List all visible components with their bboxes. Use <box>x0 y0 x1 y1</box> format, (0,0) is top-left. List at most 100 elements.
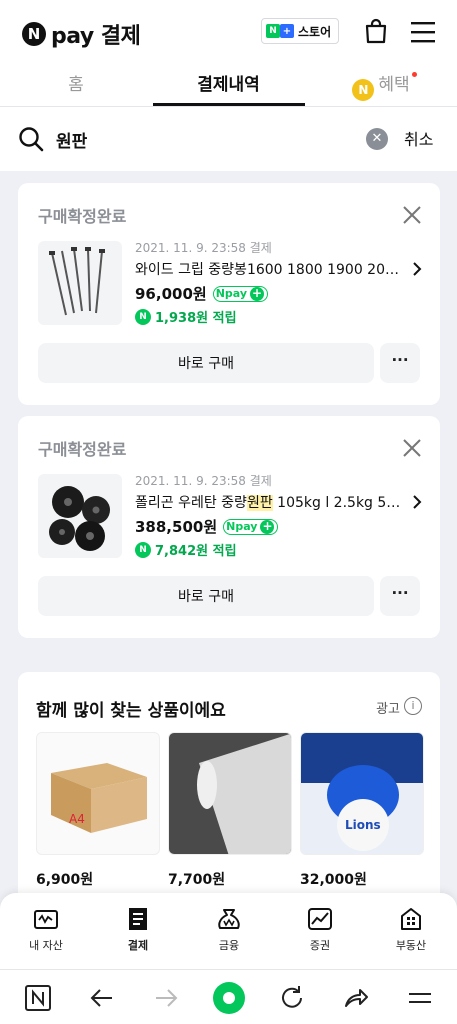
hamburger-menu-icon[interactable] <box>409 19 437 45</box>
info-icon[interactable]: i <box>404 697 422 715</box>
nav-label: 금융 <box>218 939 240 952</box>
points-earned: 1,938원 적립 <box>155 311 237 326</box>
buy-again-button[interactable]: 바로 구매 <box>38 576 374 616</box>
payment-date: 2021. 11. 9. 23:58 결제 <box>135 474 272 488</box>
chevron-right-icon[interactable] <box>412 494 422 510</box>
points-earned: 7,842원 적립 <box>155 544 237 559</box>
nav-finance[interactable]: 금융 <box>194 907 264 953</box>
share-icon[interactable] <box>342 984 370 1012</box>
product-price: 32,000원 <box>300 872 367 888</box>
svg-text:A4: A4 <box>69 812 85 826</box>
baseball-helmet-image: Lions <box>301 733 423 854</box>
tab-benefits-label: 혜택 <box>378 75 410 95</box>
tab-bar: 홈 결제내역 N 혜택 <box>0 62 457 107</box>
naver-home-icon[interactable] <box>24 984 52 1012</box>
order-card: 구매확정완료 2021. 11. 9. 23:58 결제 폴리곤 우레탄 중량원… <box>18 416 440 638</box>
clear-search-icon[interactable]: ✕ <box>366 128 388 150</box>
store-label: 스토어 <box>298 24 332 39</box>
cardboard-box-image: A4 <box>37 733 159 854</box>
money-bag-icon <box>218 909 240 929</box>
npoint-icon: N <box>135 308 151 325</box>
product-name[interactable]: 와이드 그립 중량봉1600 1800 1900 2000 <box>135 259 401 279</box>
nav-label: 부동산 <box>395 939 427 952</box>
browser-toolbar <box>0 969 457 1024</box>
notification-dot <box>412 72 417 77</box>
green-dot-icon[interactable] <box>212 981 246 1015</box>
product-name[interactable]: 폴리곤 우레탄 중량원판 105kg l 2.5kg 5kg <box>135 492 401 512</box>
nav-payment[interactable]: 결제 <box>103 907 173 953</box>
order-card: 구매확정완료 2021. 11. 9. 23:58 결제 와이드 그립 중량봉1… <box>18 183 440 405</box>
close-icon[interactable] <box>402 205 422 225</box>
ad-label: 광고 <box>376 702 400 717</box>
product-price: 96,000원 <box>135 285 207 303</box>
tab-benefits[interactable]: N 혜택 <box>305 70 457 101</box>
npay-plus-badge: Npay + <box>223 518 279 535</box>
price-row: 96,000원 Npay + <box>135 283 269 304</box>
tab-payment-history[interactable]: 결제내역 <box>152 70 305 95</box>
search-highlight: 원판 <box>246 495 273 511</box>
nav-label: 결제 <box>127 939 149 952</box>
product-name-prefix: 폴리곤 우레탄 중량 <box>135 495 247 511</box>
active-tab-indicator <box>153 103 305 106</box>
recommendation-title: 함께 많이 찾는 상품이에요 <box>36 701 226 721</box>
plus-icon: + <box>260 518 275 534</box>
nav-label: 증권 <box>309 939 331 952</box>
chevron-right-icon[interactable] <box>412 261 422 277</box>
more-options-button[interactable]: ··· <box>380 343 420 383</box>
tab-home[interactable]: 홈 <box>0 70 152 95</box>
menu-lines-icon[interactable] <box>406 984 434 1012</box>
product-card-image[interactable]: A4 <box>36 732 160 855</box>
building-icon <box>401 908 421 930</box>
naver-n-icon: N <box>22 22 46 46</box>
forward-arrow-icon[interactable] <box>152 984 180 1012</box>
npay-badge-label: Npay <box>226 520 258 533</box>
more-options-button[interactable]: ··· <box>380 576 420 616</box>
naver-n-icon: N <box>266 24 280 38</box>
product-price: 388,500원 <box>135 518 218 536</box>
nav-stocks[interactable]: 증권 <box>285 907 355 953</box>
npay-plus-badge: Npay + <box>212 285 269 302</box>
wallpaper-roll-image <box>169 733 291 854</box>
brand-title: pay 결제 <box>51 24 141 49</box>
price-row: 388,500원 Npay + <box>135 516 279 537</box>
order-status: 구매확정완료 <box>38 440 127 459</box>
nav-label: 내 자산 <box>29 939 63 952</box>
buy-again-button[interactable]: 바로 구매 <box>38 343 374 383</box>
wallet-icon <box>34 910 58 929</box>
product-thumbnail[interactable] <box>38 241 122 325</box>
shopping-bag-icon[interactable] <box>362 17 390 45</box>
points-row: N 7,842원 적립 <box>135 540 237 559</box>
product-card-image[interactable] <box>168 732 292 855</box>
chart-icon <box>308 908 332 930</box>
npay-logo[interactable]: N pay 결제 <box>22 18 141 50</box>
product-card-image[interactable]: Lions <box>300 732 424 855</box>
cancel-button[interactable]: 취소 <box>404 126 433 150</box>
npay-badge-label: Npay <box>215 287 248 300</box>
product-price: 7,700원 <box>168 872 226 888</box>
product-price: 6,900원 <box>36 872 94 888</box>
product-thumbnail[interactable] <box>38 474 122 558</box>
recommendation-section: 함께 많이 찾는 상품이에요 광고 i A4 Lions 6,900원 7,70… <box>18 672 440 912</box>
barbell-image <box>49 247 105 316</box>
payment-date: 2021. 11. 9. 23:58 결제 <box>135 241 272 255</box>
search-input[interactable] <box>56 125 346 153</box>
nav-my-assets[interactable]: 내 자산 <box>11 907 81 953</box>
store-button[interactable]: N + 스토어 <box>261 18 340 44</box>
bottom-navigation: 내 자산 결제 금융 증권 부동산 <box>0 893 457 969</box>
coin-icon: N <box>352 79 375 101</box>
refresh-icon[interactable] <box>278 984 306 1012</box>
app-header: N pay 결제 N + 스토어 <box>0 0 457 62</box>
nav-real-estate[interactable]: 부동산 <box>376 907 446 953</box>
weight-plates-image <box>49 486 110 551</box>
plus-icon: + <box>250 285 265 301</box>
npoint-icon: N <box>135 541 151 558</box>
search-bar: ✕ 취소 <box>0 107 457 171</box>
close-icon[interactable] <box>402 438 422 458</box>
receipt-icon <box>129 908 147 930</box>
product-name-suffix: 105kg l 2.5kg 5kg <box>272 495 401 511</box>
points-row: N 1,938원 적립 <box>135 307 237 326</box>
svg-text:Lions: Lions <box>345 818 381 832</box>
order-status: 구매확정완료 <box>38 207 127 226</box>
back-arrow-icon[interactable] <box>88 984 116 1012</box>
search-icon <box>19 127 44 152</box>
